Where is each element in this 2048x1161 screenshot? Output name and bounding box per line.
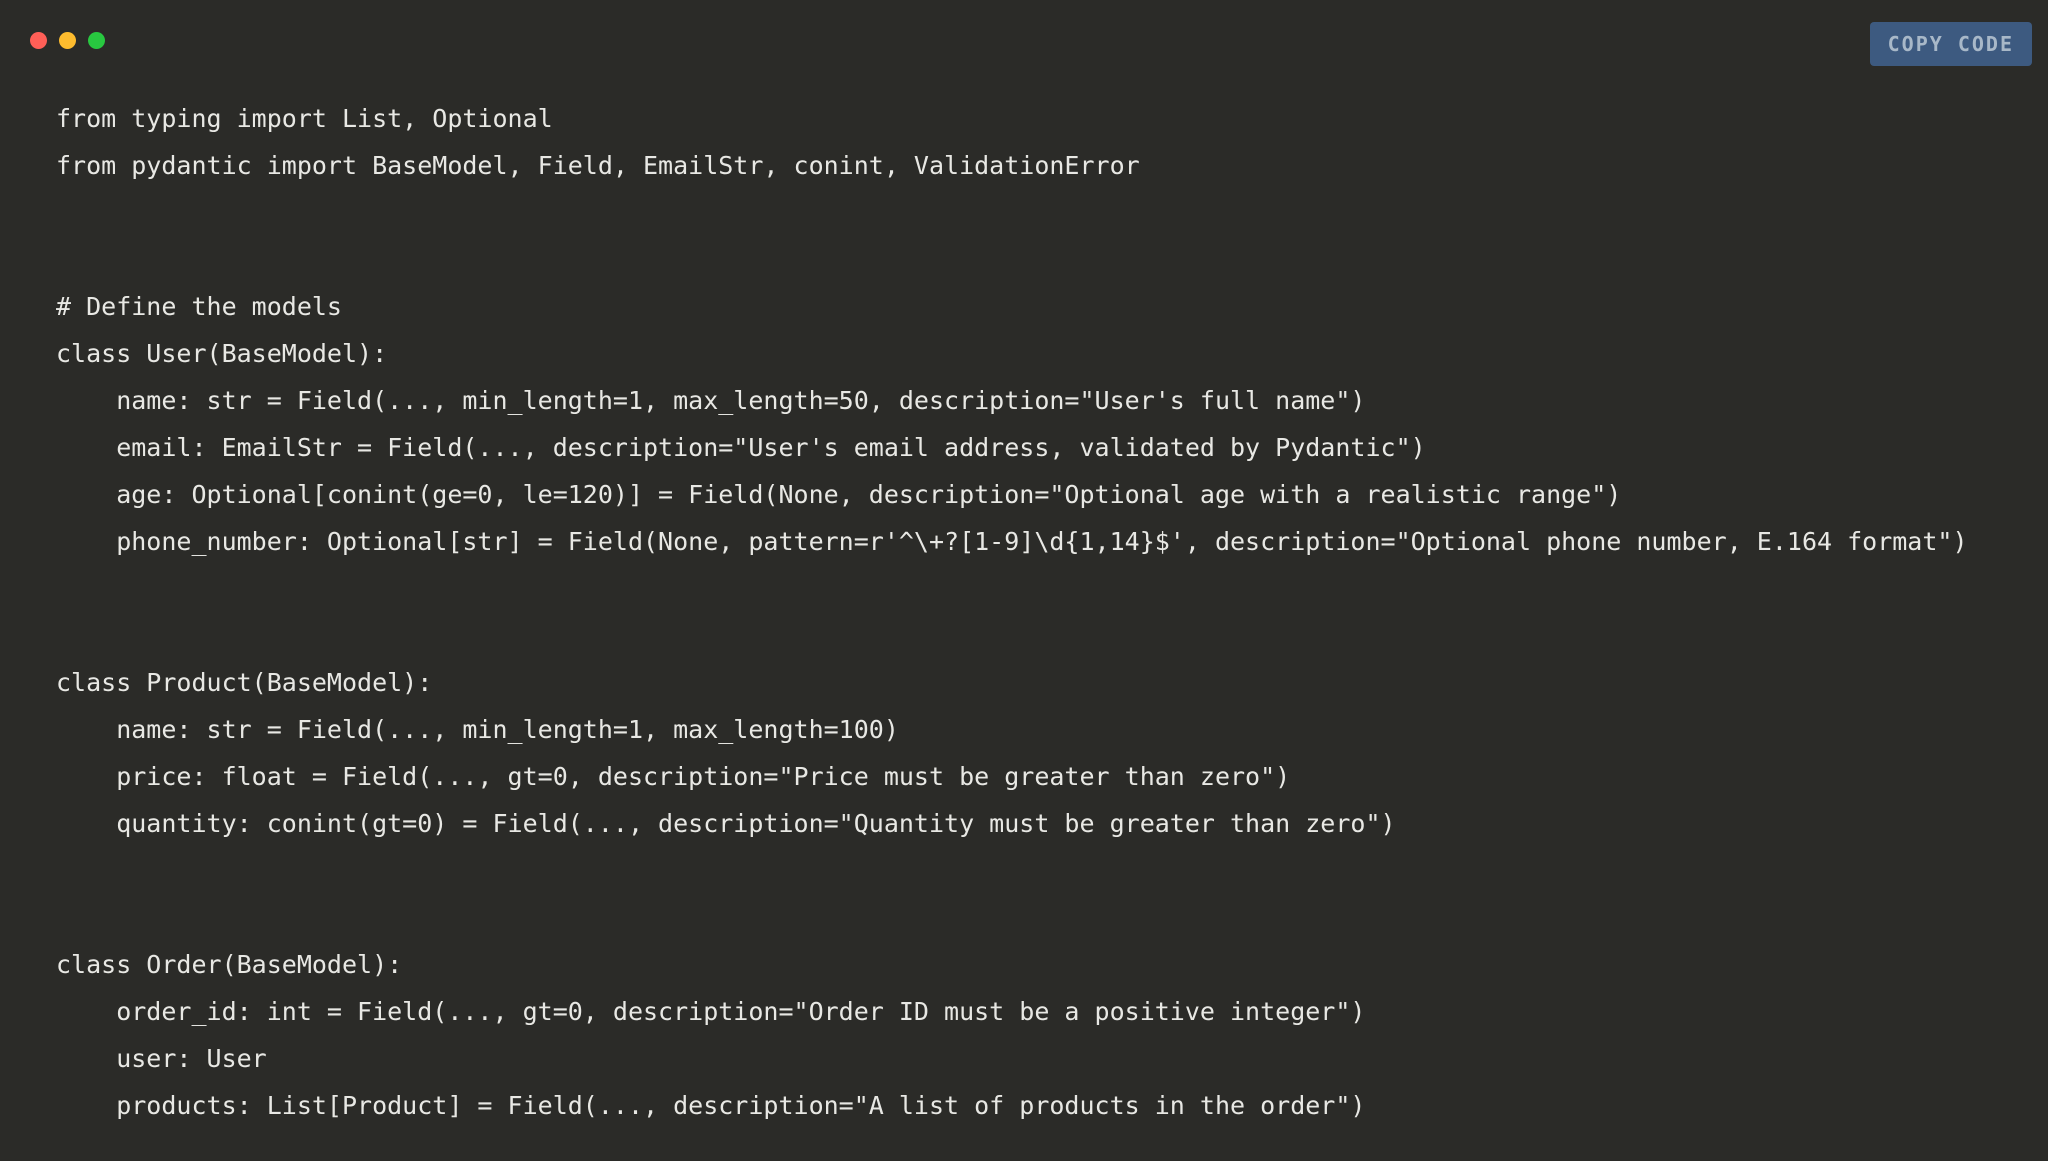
code-line: # Define the models — [56, 292, 342, 321]
code-line: products: List[Product] = Field(..., des… — [56, 1091, 1365, 1120]
code-line: order_id: int = Field(..., gt=0, descrip… — [56, 997, 1365, 1026]
code-line: from pydantic import BaseModel, Field, E… — [56, 151, 1140, 180]
minimize-window-icon[interactable] — [59, 32, 76, 49]
code-line: class Order(BaseModel): — [56, 950, 402, 979]
close-window-icon[interactable] — [30, 32, 47, 49]
code-line: age: Optional[conint(ge=0, le=120)] = Fi… — [56, 480, 1621, 509]
window-controls — [30, 32, 105, 49]
copy-code-button[interactable]: COPY CODE — [1870, 22, 2032, 66]
maximize-window-icon[interactable] — [88, 32, 105, 49]
code-line: name: str = Field(..., min_length=1, max… — [56, 386, 1365, 415]
code-line: name: str = Field(..., min_length=1, max… — [56, 715, 899, 744]
code-line: email: EmailStr = Field(..., description… — [56, 433, 1426, 462]
code-line: class Product(BaseModel): — [56, 668, 432, 697]
code-line: price: float = Field(..., gt=0, descript… — [56, 762, 1290, 791]
code-line: phone_number: Optional[str] = Field(None… — [56, 527, 1968, 556]
code-line: quantity: conint(gt=0) = Field(..., desc… — [56, 809, 1396, 838]
code-block: from typing import List, Optional from p… — [56, 95, 2008, 1129]
code-line: from typing import List, Optional — [56, 104, 553, 133]
code-line: user: User — [56, 1044, 267, 1073]
code-line: class User(BaseModel): — [56, 339, 387, 368]
